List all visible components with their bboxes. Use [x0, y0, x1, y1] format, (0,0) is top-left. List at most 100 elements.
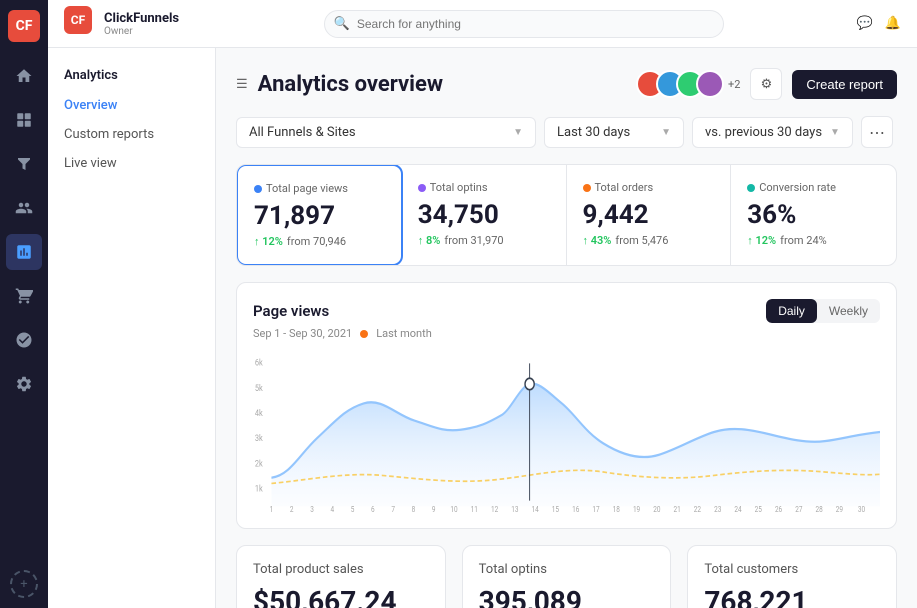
topbar-brand: ClickFunnels Owner: [104, 11, 179, 37]
avatars-group: +2: [636, 70, 740, 98]
stat-dot-orange: [583, 184, 591, 192]
svg-text:6: 6: [371, 504, 375, 512]
daily-toggle-button[interactable]: Daily: [766, 299, 817, 323]
stat-up-conversion: ↑ 12%: [747, 234, 776, 247]
comparison-chevron-icon: ▼: [830, 127, 840, 138]
search-container: 🔍: [324, 10, 724, 38]
topbar-actions: 💬 🔔: [857, 16, 901, 31]
stat-value-optins: 34,750: [418, 200, 550, 230]
stat-card-conversion: Conversion rate 36% ↑ 12% from 24%: [731, 165, 896, 265]
svg-text:4: 4: [330, 504, 334, 512]
funnel-filter[interactable]: All Funnels & Sites ▼: [236, 117, 536, 148]
svg-text:8: 8: [412, 504, 416, 512]
svg-text:20: 20: [653, 504, 660, 512]
stats-grid: Total page views 71,897 ↑ 12% from 70,94…: [236, 164, 897, 266]
svg-text:5k: 5k: [255, 383, 264, 394]
svg-text:1k: 1k: [255, 484, 264, 495]
svg-text:24: 24: [734, 504, 741, 512]
stat-value-conversion: 36%: [747, 200, 880, 230]
search-input[interactable]: [324, 10, 724, 38]
chat-icon[interactable]: 💬: [857, 16, 873, 31]
svg-text:21: 21: [674, 504, 681, 512]
period-chevron-icon: ▼: [661, 127, 671, 138]
stat-up-optins: ↑ 8%: [418, 234, 441, 247]
card-product-sales-value: $50,667.24: [253, 585, 429, 608]
last-month-dot: [360, 330, 368, 338]
svg-text:29: 29: [836, 504, 843, 512]
chart-subtitle: Sep 1 - Sep 30, 2021 Last month: [253, 327, 880, 340]
filters-row: All Funnels & Sites ▼ Last 30 days ▼ vs.…: [236, 116, 897, 148]
sidebar-icon-settings[interactable]: [6, 366, 42, 402]
chart-toggle: Daily Weekly: [766, 299, 880, 323]
chart-title: Page views: [253, 302, 329, 320]
bell-icon[interactable]: 🔔: [885, 16, 901, 31]
icon-sidebar: CF +: [0, 0, 48, 608]
funnel-filter-label: All Funnels & Sites: [249, 125, 356, 140]
stat-value-orders: 9,442: [583, 200, 715, 230]
card-total-optins-value: 395,089: [479, 585, 655, 608]
sidebar-add-button[interactable]: +: [10, 570, 38, 598]
nav-item-custom-reports[interactable]: Custom reports: [48, 120, 215, 149]
comparison-filter-label: vs. previous 30 days: [705, 125, 822, 140]
settings-button[interactable]: ⚙: [750, 68, 782, 100]
svg-text:27: 27: [795, 504, 802, 512]
card-total-customers-value: 768,221: [704, 585, 880, 608]
stat-dot-blue: [254, 185, 262, 193]
stat-card-optins: Total optins 34,750 ↑ 8% from 31,970: [402, 165, 567, 265]
stat-card-orders: Total orders 9,442 ↑ 43% from 5,476: [567, 165, 732, 265]
svg-text:15: 15: [552, 504, 559, 512]
period-filter[interactable]: Last 30 days ▼: [544, 117, 684, 148]
topbar-logo: CF: [64, 6, 92, 34]
sidebar-icon-home[interactable]: [6, 58, 42, 94]
sidebar-icon-ecom[interactable]: [6, 278, 42, 314]
weekly-toggle-button[interactable]: Weekly: [817, 299, 880, 323]
svg-text:18: 18: [613, 504, 620, 512]
svg-text:9: 9: [432, 504, 436, 512]
topbar: CF ClickFunnels Owner 🔍 💬 🔔: [48, 0, 917, 48]
sidebar-icon-funnel[interactable]: [6, 146, 42, 182]
svg-text:12: 12: [491, 504, 498, 512]
svg-text:26: 26: [775, 504, 782, 512]
svg-text:11: 11: [471, 504, 478, 512]
stat-change-orders: ↑ 43% from 5,476: [583, 234, 715, 247]
sidebar-icon-members[interactable]: [6, 322, 42, 358]
main-content: ☰ Analytics overview +2 ⚙ Create report: [216, 48, 917, 608]
create-report-button[interactable]: Create report: [792, 70, 897, 99]
brand-logo[interactable]: CF: [8, 10, 40, 42]
hamburger-icon[interactable]: ☰: [236, 77, 248, 92]
stat-value-page-views: 71,897: [254, 201, 385, 231]
comparison-filter[interactable]: vs. previous 30 days ▼: [692, 117, 853, 148]
sidebar-icon-pages[interactable]: [6, 102, 42, 138]
page-title: Analytics overview: [258, 72, 443, 97]
stat-up-orders: ↑ 43%: [583, 234, 612, 247]
svg-text:19: 19: [633, 504, 640, 512]
nav-item-live-view[interactable]: Live view: [48, 149, 215, 178]
svg-text:2: 2: [290, 504, 294, 512]
stat-label-optins: Total optins: [418, 181, 550, 194]
card-total-optins: Total optins 395,089 ↑ 28% from 284,465: [462, 545, 672, 608]
page-header-left: ☰ Analytics overview: [236, 72, 443, 97]
svg-text:17: 17: [592, 504, 599, 512]
sidebar-icon-analytics[interactable]: [6, 234, 42, 270]
brand-sub: Owner: [104, 26, 179, 37]
more-options-button[interactable]: ⋯: [861, 116, 893, 148]
nav-sidebar: Analytics Overview Custom reports Live v…: [48, 48, 216, 608]
sidebar-icon-contacts[interactable]: [6, 190, 42, 226]
chart-header: Page views Daily Weekly: [253, 299, 880, 323]
page-header: ☰ Analytics overview +2 ⚙ Create report: [236, 68, 897, 100]
card-total-optins-title: Total optins: [479, 562, 655, 577]
chart-container: 6k 5k 4k 3k 2k 1k: [253, 352, 880, 512]
nav-item-overview[interactable]: Overview: [48, 91, 215, 120]
svg-text:13: 13: [511, 504, 518, 512]
stat-change-optins: ↑ 8% from 31,970: [418, 234, 550, 247]
card-total-customers: Total customers 768,221 ↑ 32% from $22,3…: [687, 545, 897, 608]
svg-text:7: 7: [391, 504, 395, 512]
nav-section-title: Analytics: [48, 64, 215, 91]
card-product-sales-title: Total product sales: [253, 562, 429, 577]
stat-change-page-views: ↑ 12% from 70,946: [254, 235, 385, 248]
svg-text:28: 28: [816, 504, 823, 512]
svg-text:3: 3: [310, 504, 314, 512]
svg-text:10: 10: [450, 504, 457, 512]
stat-label-orders: Total orders: [583, 181, 715, 194]
bottom-cards: Total product sales $50,667.24 ↑ 12% fro…: [236, 545, 897, 608]
